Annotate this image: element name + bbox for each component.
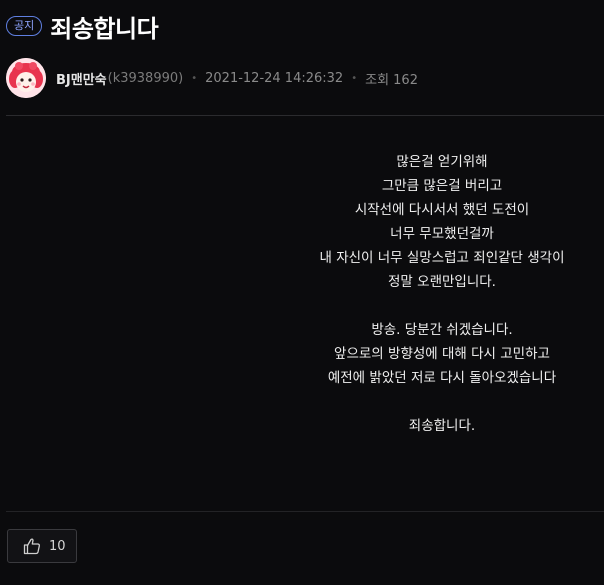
avatar[interactable]	[6, 58, 46, 98]
body-line: 예전에 밝았던 저로 다시 돌아오겠습니다	[327, 370, 557, 386]
post-datetime: 2021-12-24 14:26:32	[205, 70, 344, 86]
notice-badge: 공지	[6, 16, 43, 36]
post-meta: BJ맨만숙 (k3938990) • 2021-12-24 14:26:32 •…	[6, 58, 418, 98]
body-line: 많은걸 얻기위해	[396, 154, 488, 170]
body-line: 그만큼 많은걸 버리고	[381, 178, 503, 194]
body-line: 방송. 당분간 쉬겠습니다.	[371, 322, 513, 338]
avatar-character-icon	[6, 58, 46, 98]
body-line: 정말 오랜만입니다.	[388, 274, 496, 290]
author-id: (k3938990)	[107, 70, 184, 86]
thumbs-up-icon	[23, 538, 40, 555]
title-row: 공지 죄송합니다	[6, 8, 159, 44]
post-content: 많은걸 얻기위해그만큼 많은걸 버리고시작선에 다시서서 했던 도전이너무 무모…	[297, 150, 587, 438]
post-body: 많은걸 얻기위해그만큼 많은걸 버리고시작선에 다시서서 했던 도전이너무 무모…	[0, 150, 604, 438]
body-line: 죄송합니다.	[408, 418, 476, 434]
footer-divider	[6, 511, 604, 512]
separator-dot: •	[351, 72, 358, 84]
like-count: 10	[49, 538, 66, 554]
body-line: 너무 무모했던걸까	[390, 226, 494, 242]
header-divider	[6, 115, 604, 116]
view-count: 조회 162	[365, 72, 418, 88]
body-line: 앞으로의 방향성에 대해 다시 고민하고	[334, 346, 550, 362]
author-name[interactable]: BJ맨만숙	[56, 69, 107, 88]
body-line: 내 자신이 너무 실망스럽고 죄인같단 생각이	[319, 250, 565, 266]
post-page: 공지 죄송합니다 BJ맨만숙 (k3938990) • 2021-12-24 1…	[0, 0, 604, 585]
like-button[interactable]: 10	[7, 529, 77, 563]
post-title: 죄송합니다	[50, 14, 159, 43]
separator-dot: •	[191, 72, 198, 84]
body-line: 시작선에 다시서서 했던 도전이	[354, 202, 530, 218]
